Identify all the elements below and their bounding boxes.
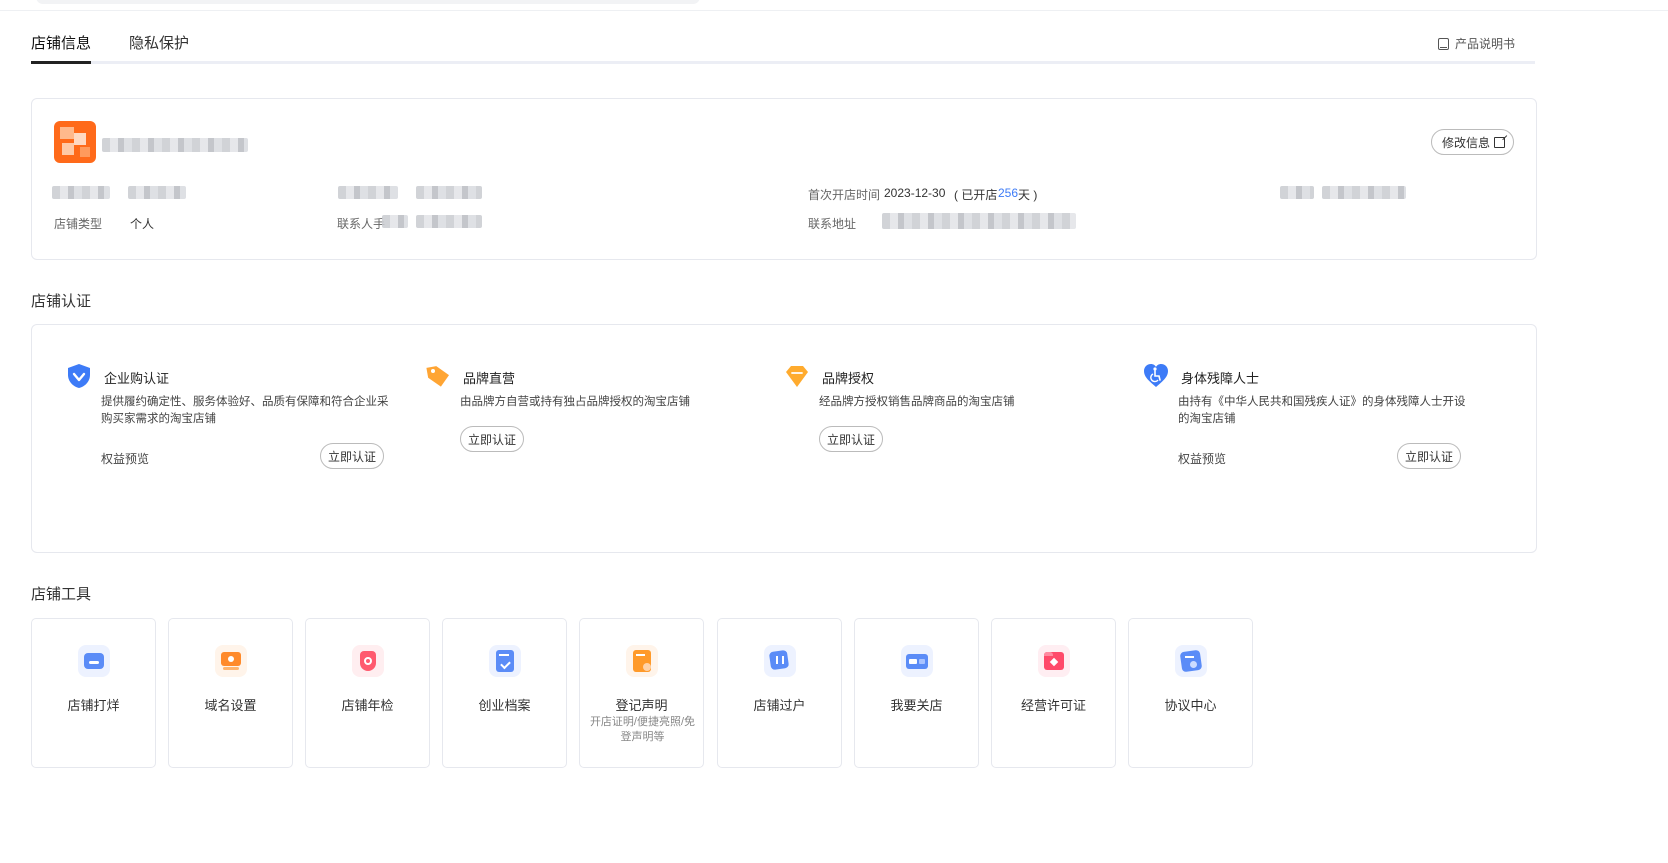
address-label: 联系地址: [808, 217, 857, 231]
cert-title: 品牌授权: [822, 371, 875, 386]
tool-startup-archive[interactable]: 创业档案: [442, 618, 567, 768]
archive-icon: [489, 645, 521, 677]
book-icon: [1437, 37, 1449, 50]
tool-name: 协议中心: [1164, 698, 1217, 713]
license-icon: [1038, 645, 1070, 677]
tool-close-shop[interactable]: 我要关店: [854, 618, 979, 768]
cert-title: 企业购认证: [104, 371, 170, 386]
shield-check-icon: [68, 364, 90, 388]
tool-annual-check[interactable]: 店铺年检: [305, 618, 430, 768]
annual-check-icon: [352, 645, 384, 677]
redacted-contact: [416, 215, 482, 228]
agreement-icon: [1175, 645, 1207, 677]
tool-subtitle: 开店证明/便捷亮照/免登声明等: [589, 716, 696, 743]
cert-description: 提供履约确定性、服务体验好、品质有保障和符合企业采购买家需求的淘宝店铺: [101, 396, 389, 425]
top-search-bar[interactable]: [36, 0, 700, 4]
certify-now-button[interactable]: 立即认证: [460, 426, 524, 452]
cert-description: 由品牌方自营或持有独占品牌授权的淘宝店铺: [460, 396, 690, 408]
redacted-contact: [382, 215, 408, 228]
transfer-icon: [764, 645, 796, 677]
cert-title: 品牌直营: [463, 371, 516, 386]
redacted-value: [416, 186, 482, 199]
tool-name: 店铺过户: [753, 698, 806, 713]
edit-info-label: 修改信息: [1441, 135, 1490, 150]
external-link-icon: [1494, 136, 1505, 148]
tool-registration-statement[interactable]: 登记声明 开店证明/便捷亮照/免登声明等: [579, 618, 704, 768]
open-days-count: 256: [998, 186, 1019, 200]
tab-bar: 店铺信息 隐私保护 产品说明书: [31, 28, 1535, 64]
cert-title: 身体残障人士: [1181, 371, 1260, 386]
shop-logo: [54, 121, 96, 163]
close-shop-icon: [901, 645, 933, 677]
certify-now-button[interactable]: 立即认证: [1397, 443, 1461, 469]
shop-type-label: 店铺类型: [54, 217, 103, 231]
tool-name: 经营许可证: [1020, 698, 1086, 713]
cert-description: 经品牌方授权销售品牌商品的淘宝店铺: [819, 396, 1015, 408]
redacted-value: [128, 186, 186, 199]
heart-accessibility-icon: [1144, 364, 1168, 387]
tab-privacy-protection[interactable]: 隐私保护: [129, 32, 189, 53]
first-open-date: 2023-12-30: [884, 186, 946, 200]
open-days-suffix: 天 ): [1018, 188, 1038, 202]
tab-shop-info[interactable]: 店铺信息: [31, 32, 91, 53]
first-open-label: 首次开店时间: [808, 188, 881, 202]
tool-name: 店铺年检: [341, 698, 394, 713]
contact-label: 联系人手: [337, 217, 386, 231]
tool-name: 登记声明: [615, 698, 668, 713]
product-manual-link[interactable]: 产品说明书: [1437, 35, 1515, 52]
tool-business-license[interactable]: 经营许可证: [991, 618, 1116, 768]
tool-shop-transfer[interactable]: 店铺过户: [717, 618, 842, 768]
active-tab-indicator: [31, 61, 91, 64]
redacted-label: [52, 186, 110, 199]
registration-icon: [626, 645, 658, 677]
tool-shop-closing[interactable]: 店铺打烊: [31, 618, 156, 768]
certify-now-button[interactable]: 立即认证: [320, 443, 384, 469]
tool-name: 我要关店: [890, 698, 943, 713]
open-days-prefix: ( 已开店: [954, 188, 998, 202]
tool-domain-setting[interactable]: 域名设置: [168, 618, 293, 768]
redacted-address: [882, 213, 1076, 229]
edit-info-button[interactable]: 修改信息: [1430, 129, 1514, 155]
diamond-icon: [786, 366, 808, 387]
tool-name: 店铺打烊: [67, 698, 120, 713]
benefit-preview-link[interactable]: 权益预览: [1178, 450, 1226, 467]
cert-description: 由持有《中华人民共和国残疾人证》的身体残障人士开设的淘宝店铺: [1178, 396, 1466, 425]
certification-section-title: 店铺认证: [31, 293, 92, 310]
tool-name: 域名设置: [204, 698, 257, 713]
redacted-value: [1322, 186, 1406, 199]
tab-track: [31, 61, 1535, 64]
tool-agreement-center[interactable]: 协议中心: [1128, 618, 1253, 768]
header-divider: [0, 10, 1668, 11]
certify-now-button[interactable]: 立即认证: [819, 426, 883, 452]
shop-type-value: 个人: [130, 217, 155, 231]
domain-setting-icon: [215, 645, 247, 677]
shop-info-card: 修改信息 首次开店时间 2023-12-30 ( 已开店 256 天 ) 店铺类…: [31, 98, 1537, 260]
certification-card: 企业购认证 提供履约确定性、服务体验好、品质有保障和符合企业采购买家需求的淘宝店…: [31, 324, 1537, 553]
redacted-label: [1280, 186, 1314, 199]
product-manual-label: 产品说明书: [1454, 37, 1515, 51]
tools-section-title: 店铺工具: [31, 586, 92, 603]
tool-name: 创业档案: [478, 698, 531, 713]
benefit-preview-link[interactable]: 权益预览: [101, 450, 149, 467]
shop-name-redacted: [102, 138, 248, 152]
shop-close-icon: [78, 645, 110, 677]
tag-icon: [426, 366, 450, 387]
redacted-label: [338, 186, 398, 199]
